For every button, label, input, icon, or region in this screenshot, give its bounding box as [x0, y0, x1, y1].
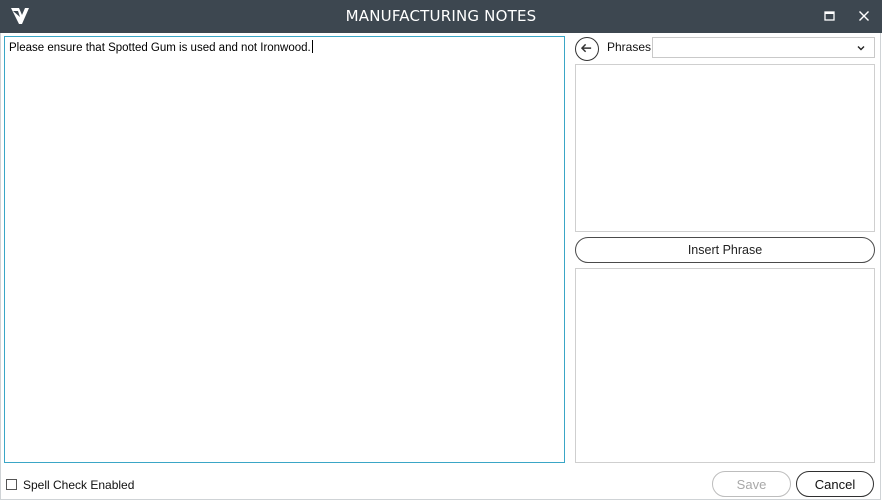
- notes-textarea[interactable]: Please ensure that Spotted Gum is used a…: [4, 36, 565, 463]
- close-icon[interactable]: [856, 8, 872, 24]
- title-bar: MANUFACTURING NOTES: [0, 0, 882, 33]
- window-title: MANUFACTURING NOTES: [345, 7, 537, 25]
- arrow-left-circle-icon[interactable]: [575, 37, 599, 61]
- phrase-preview-panel[interactable]: [575, 268, 875, 463]
- save-button[interactable]: Save: [712, 471, 791, 497]
- insert-phrase-button[interactable]: Insert Phrase: [575, 237, 875, 263]
- phrases-label: Phrases:: [607, 40, 655, 54]
- spell-check-label: Spell Check Enabled: [23, 478, 135, 492]
- phrases-list[interactable]: [575, 64, 875, 232]
- chevron-down-icon: [857, 46, 865, 51]
- spell-check-checkbox[interactable]: [6, 479, 17, 490]
- maximize-icon[interactable]: [822, 8, 838, 24]
- notes-text: Please ensure that Spotted Gum is used a…: [9, 42, 311, 54]
- cancel-button[interactable]: Cancel: [796, 471, 874, 497]
- phrases-dropdown[interactable]: [652, 37, 875, 58]
- text-caret: [311, 40, 313, 53]
